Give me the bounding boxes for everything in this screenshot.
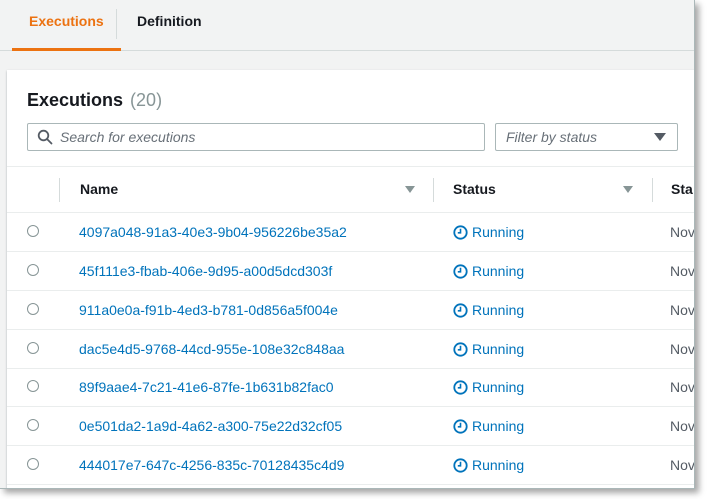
execution-count: (20)	[130, 90, 163, 110]
table-header: Name Status Sta	[7, 167, 694, 213]
column-header-started[interactable]: Sta	[671, 181, 693, 197]
table-row: 444017e7-647c-4256-835c-70128435c4d9 Run…	[7, 446, 695, 485]
table-row: dac5e4d5-9768-44cd-955e-108e32c848aa Run…	[7, 330, 695, 369]
execution-name-link[interactable]: 0e501da2-1a9d-4a62-a300-75e22d32cf05	[79, 418, 342, 434]
clock-icon	[453, 380, 468, 395]
execution-name-link[interactable]: 444017e7-647c-4256-835c-70128435c4d9	[79, 457, 344, 473]
clock-icon	[453, 264, 468, 279]
tab-divider	[116, 9, 117, 39]
start-time: Nov	[670, 457, 695, 473]
app-window: Executions Definition Executions (20) Fi…	[0, 0, 695, 489]
execution-name-link[interactable]: 4097a048-91a3-40e3-9b04-956226be35a2	[79, 224, 347, 240]
status-text: Running	[472, 379, 525, 395]
sort-caret-icon[interactable]	[623, 186, 633, 193]
row-select-radio[interactable]	[27, 303, 39, 315]
row-select-radio[interactable]	[27, 419, 39, 431]
table-row: 89f9aae4-7c21-41e6-87fe-1b631b82fac0 Run…	[7, 368, 695, 407]
tab-bar: Executions Definition	[0, 0, 694, 51]
column-header-name[interactable]: Name	[80, 181, 118, 197]
tab-executions[interactable]: Executions	[12, 0, 121, 51]
sort-caret-icon[interactable]	[405, 186, 415, 193]
clock-icon	[453, 225, 468, 240]
clock-icon	[453, 458, 468, 473]
status-filter-select[interactable]: Filter by status	[495, 123, 678, 151]
execution-name-link[interactable]: 89f9aae4-7c21-41e6-87fe-1b631b82fac0	[79, 379, 334, 395]
column-divider	[59, 178, 60, 202]
row-select-radio[interactable]	[27, 380, 39, 392]
clock-icon	[453, 303, 468, 318]
panel-title: Executions (20)	[27, 90, 162, 111]
tab-executions-label: Executions	[29, 13, 104, 29]
column-header-status[interactable]: Status	[453, 181, 496, 197]
execution-name-link[interactable]: dac5e4d5-9768-44cd-955e-108e32c848aa	[79, 341, 344, 357]
status-text: Running	[472, 263, 525, 279]
tab-definition[interactable]: Definition	[120, 0, 219, 50]
table-row: 4097a048-91a3-40e3-9b04-956226be35a2 Run…	[7, 213, 695, 252]
column-divider	[652, 178, 653, 202]
start-time: Nov	[670, 302, 695, 318]
start-time: Nov	[670, 263, 695, 279]
column-divider	[433, 178, 434, 202]
tab-definition-label: Definition	[137, 13, 202, 29]
caret-down-icon	[654, 133, 666, 141]
status-filter-placeholder: Filter by status	[506, 129, 598, 145]
row-select-radio[interactable]	[27, 225, 39, 237]
row-select-radio[interactable]	[27, 342, 39, 354]
status-text: Running	[472, 457, 525, 473]
execution-name-link[interactable]: 45f111e3-fbab-406e-9d95-a00d5dcd303f	[79, 263, 332, 279]
start-time: Nov	[670, 224, 695, 240]
start-time: Nov	[670, 379, 695, 395]
start-time: Nov	[670, 341, 695, 357]
search-box[interactable]	[27, 123, 485, 151]
search-input[interactable]	[60, 124, 470, 150]
start-time: Nov	[670, 418, 695, 434]
clock-icon	[453, 342, 468, 357]
table-row: 911a0e0a-f91b-4ed3-b781-0d856a5f004e Run…	[7, 291, 695, 330]
search-icon	[37, 129, 53, 145]
status-text: Running	[472, 418, 525, 434]
execution-name-link[interactable]: 911a0e0a-f91b-4ed3-b781-0d856a5f004e	[79, 302, 338, 318]
clock-icon	[453, 419, 468, 434]
row-select-radio[interactable]	[27, 458, 39, 470]
table-row: 45f111e3-fbab-406e-9d95-a00d5dcd303f Run…	[7, 252, 695, 291]
executions-panel: Executions (20) Filter by status Name St…	[7, 70, 695, 488]
status-text: Running	[472, 302, 525, 318]
panel-title-text: Executions	[27, 90, 124, 110]
status-text: Running	[472, 224, 525, 240]
row-select-radio[interactable]	[27, 264, 39, 276]
table-row: 0e501da2-1a9d-4a62-a300-75e22d32cf05 Run…	[7, 407, 695, 446]
status-text: Running	[472, 341, 525, 357]
